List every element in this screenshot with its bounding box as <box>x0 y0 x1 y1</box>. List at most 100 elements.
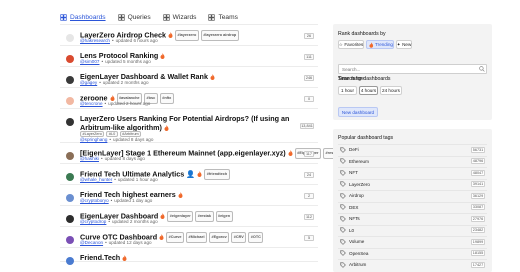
time-range-button[interactable]: 4 hours <box>359 86 378 95</box>
tag-count: 19899 <box>471 238 485 245</box>
tag-row-arbitrum[interactable]: Arbitrum 17427 <box>338 259 487 269</box>
fire-icon <box>122 254 127 261</box>
tag-chip[interactable]: #eigen <box>215 211 233 222</box>
time-range-button[interactable]: 1 hour <box>338 86 357 95</box>
meta-separator: • <box>109 137 112 142</box>
tag-icon <box>340 146 346 153</box>
dashboard-row[interactable]: Friend.Tech <box>60 248 318 265</box>
favorites-count[interactable]: 111 <box>304 54 314 60</box>
search-input[interactable] <box>338 64 487 74</box>
dashboard-row[interactable]: Lens Protocol Ranking @sim007 • updated 5 m… <box>60 46 318 67</box>
tag-row-opensea[interactable]: OpenSea 18155 <box>338 247 487 258</box>
dashboard-row[interactable]: [EigenLayer] Stage 1 Ethereum Mainnet (a… <box>60 143 344 164</box>
dashboard-row[interactable]: Friend Tech highest earners @cryptoboryo •… <box>60 185 318 206</box>
tag-name: DEX <box>349 204 359 210</box>
tag-chip[interactable]: #Arbitrum <box>119 131 142 137</box>
author-link[interactable]: @cryptodrop <box>80 219 106 224</box>
favorites-count[interactable]: 112 <box>304 214 314 220</box>
tag-chip[interactable]: #Curve <box>166 232 184 243</box>
fire-icon <box>110 94 115 101</box>
dashboard-meta: @gagey • updated 2 months ago <box>80 80 149 85</box>
dashboard-meta: @sim007 • updated 5 months ago <box>80 59 151 64</box>
tag-row-volume[interactable]: Volume 19899 <box>338 236 487 246</box>
favorites-count[interactable]: 5 <box>304 235 314 241</box>
favorites-count[interactable]: 2 <box>304 193 314 199</box>
tag-name: L0 <box>349 227 355 233</box>
dashboard-meta: @cryptodrop • updated 2 months ago <box>80 219 158 224</box>
tag-chip[interactable]: #LayerZero <box>80 131 105 137</box>
avatar <box>66 236 74 244</box>
tag-chip[interactable]: #OTC <box>248 232 264 243</box>
rank-favorites-button[interactable]: ☆ Favorites <box>338 40 364 49</box>
author-link[interactable]: @gagey <box>80 80 97 85</box>
rank-button-label: New <box>402 42 412 47</box>
dashboard-row[interactable]: EigenLayer Dashboard #eigenlayer #restak #e… <box>60 206 318 227</box>
favorites-count[interactable]: 13,841 <box>300 123 314 129</box>
tag-chip[interactable]: #eigenlayer <box>167 211 194 222</box>
dashboard-title-text: LayerZero Users Ranking For Potential Ai… <box>80 114 290 132</box>
tag-row-l0[interactable]: L0 23482 <box>338 224 487 235</box>
dashboard-title-text: Friend.Tech <box>80 253 121 262</box>
author-link[interactable]: @springhang <box>80 137 107 142</box>
favorites-count[interactable]: 246 <box>304 75 314 81</box>
author-link[interactable]: @Decanon <box>80 240 103 245</box>
favorites-count[interactable]: 117 <box>304 151 314 157</box>
tag-chip[interactable]: #friendtech <box>204 169 230 180</box>
tab-dashboards[interactable]: Dashboards <box>60 11 106 23</box>
tag-chip[interactable]: #layerzero airdrop <box>200 30 239 41</box>
favorites-count[interactable]: 0 <box>304 96 314 102</box>
author-link[interactable]: @hakresearch <box>80 38 110 43</box>
tag-chip[interactable]: #L0 <box>106 131 118 137</box>
dashboard-row[interactable]: zeroone #avalanche #bsc #nftx @tencrone • upda… <box>60 88 318 109</box>
tab-queries[interactable]: Queries <box>117 11 151 23</box>
dashboard-row[interactable]: LayerZero Airdrop Check #layerzero #layerz… <box>60 25 318 46</box>
tab-teams[interactable]: Teams <box>208 11 238 23</box>
favorites-count[interactable]: 26 <box>304 33 314 39</box>
tag-row-layerzero[interactable]: LayerZero 39141 <box>338 178 487 189</box>
tag-chip[interactable]: #Michael <box>185 232 208 243</box>
avatar <box>66 257 74 265</box>
dashboard-row[interactable]: Friend Tech Ultimate Analytics 👤 #friendt… <box>60 164 318 185</box>
rank-trending-button[interactable]: Trending <box>366 40 394 49</box>
dashboard-row[interactable]: LayerZero Users Ranking For Potential Ai… <box>60 109 318 143</box>
new-dashboard-button[interactable]: New dashboard <box>338 107 378 117</box>
fire-icon <box>178 191 183 198</box>
author-link[interactable]: @whale_hunter <box>80 177 112 182</box>
author-link[interactable]: @hashiki <box>80 156 99 161</box>
tag-row-airdrop[interactable]: Airdrop 36129 <box>338 190 487 200</box>
meta-separator: • <box>114 177 116 182</box>
team-icon <box>208 13 216 21</box>
grid-icon <box>60 13 67 21</box>
tag-chip[interactable]: #Egorov <box>209 232 230 243</box>
favorites-count[interactable]: 24 <box>304 172 314 178</box>
dashboard-title[interactable]: Friend.Tech <box>80 253 127 262</box>
dashboard-meta: @whale_hunter • updated 1 hour ago <box>80 177 158 182</box>
updated-time: updated 12 days ago <box>108 240 152 245</box>
dashboard-row[interactable]: Curve OTC Dashboard #Curve #Michael #Egorov… <box>60 227 318 248</box>
tag-row-nfts[interactable]: NFTs 27976 <box>338 213 487 223</box>
dashboard-title[interactable]: LayerZero Users Ranking For Potential Ai… <box>80 114 300 132</box>
tag-chip[interactable]: #restak <box>195 211 214 222</box>
people-icon <box>163 13 170 21</box>
dashboard-row[interactable]: EigenLayer Dashboard & Wallet Rank @gagey… <box>60 67 318 88</box>
time-range-button[interactable]: 24 hours <box>380 86 402 95</box>
author-link[interactable]: @sim007 <box>80 59 99 64</box>
nav-tabs: Dashboards Queries Wizards Teams <box>60 11 238 23</box>
tag-chip[interactable]: #layerzero <box>175 30 199 41</box>
tag-chip[interactable]: #nftx <box>159 93 174 104</box>
avatar <box>66 76 74 84</box>
popular-tags-title: Popular dashboard tags <box>338 135 394 141</box>
tag-icon <box>340 158 346 164</box>
tag-count: 48796 <box>471 158 485 164</box>
tag-name: Ethereum <box>349 158 369 164</box>
tag-row-defi[interactable]: DeFi 56731 <box>338 144 487 154</box>
rank-new-button[interactable]: ✦ New <box>396 40 412 49</box>
author-link[interactable]: @tencrone <box>80 101 103 106</box>
tag-row-ethereum[interactable]: Ethereum 48796 <box>338 155 487 166</box>
time-range-title: Time range <box>338 76 365 82</box>
tab-wizards[interactable]: Wizards <box>163 11 196 23</box>
tag-row-dex[interactable]: DEX 33087 <box>338 201 487 212</box>
tag-row-nft[interactable]: NFT 48047 <box>338 167 487 177</box>
tag-chip[interactable]: #CRV <box>231 232 247 243</box>
author-link[interactable]: @cryptoboryo <box>80 198 109 203</box>
